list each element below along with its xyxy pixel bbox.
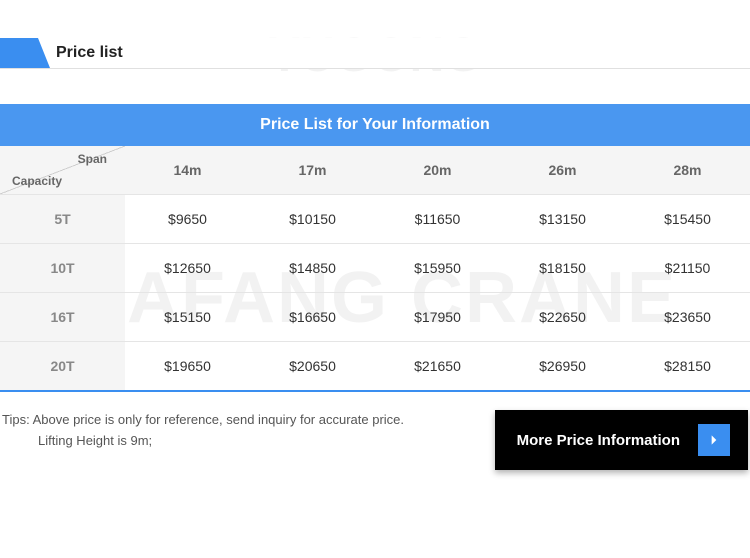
price-table-container: Price List for Your Information Span Cap… xyxy=(0,104,750,392)
span-header: 17m xyxy=(250,146,375,195)
table-title: Price List for Your Information xyxy=(0,104,750,146)
table-row: 5T $9650 $10150 $11650 $13150 $15450 xyxy=(0,195,750,244)
price-cell: $12650 xyxy=(125,244,250,293)
price-cell: $17950 xyxy=(375,293,500,342)
price-cell: $13150 xyxy=(500,195,625,244)
capacity-cell: 20T xyxy=(0,342,125,392)
price-cell: $14850 xyxy=(250,244,375,293)
table-row: 20T $19650 $20650 $21650 $26950 $28150 xyxy=(0,342,750,392)
span-header: 28m xyxy=(625,146,750,195)
price-cell: $18150 xyxy=(500,244,625,293)
capacity-cell: 5T xyxy=(0,195,125,244)
price-cell: $11650 xyxy=(375,195,500,244)
arrow-right-icon xyxy=(698,424,730,456)
tips-label: Tips: xyxy=(2,412,30,427)
price-cell: $9650 xyxy=(125,195,250,244)
span-axis-label: Span xyxy=(78,152,107,166)
span-header: 20m xyxy=(375,146,500,195)
price-cell: $21150 xyxy=(625,244,750,293)
price-cell: $23650 xyxy=(625,293,750,342)
price-cell: $28150 xyxy=(625,342,750,392)
more-price-info-label: More Price Information xyxy=(517,432,680,449)
tips-line2: Lifting Height is 9m; xyxy=(2,433,152,448)
table-row: 16T $15150 $16650 $17950 $22650 $23650 xyxy=(0,293,750,342)
capacity-axis-label: Capacity xyxy=(12,174,62,188)
price-cell: $19650 xyxy=(125,342,250,392)
price-cell: $10150 xyxy=(250,195,375,244)
section-title: Price list xyxy=(56,38,123,68)
footer-row: Tips: Above price is only for reference,… xyxy=(0,410,750,470)
table-row: 10T $12650 $14850 $15950 $18150 $21150 xyxy=(0,244,750,293)
capacity-cell: 10T xyxy=(0,244,125,293)
price-cell: $15150 xyxy=(125,293,250,342)
more-price-info-button[interactable]: More Price Information xyxy=(495,410,748,470)
corner-header: Span Capacity xyxy=(0,146,125,195)
span-header: 26m xyxy=(500,146,625,195)
price-cell: $20650 xyxy=(250,342,375,392)
price-cell: $15950 xyxy=(375,244,500,293)
capacity-cell: 16T xyxy=(0,293,125,342)
span-header: 14m xyxy=(125,146,250,195)
price-cell: $21650 xyxy=(375,342,500,392)
price-cell: $15450 xyxy=(625,195,750,244)
section-header: Price list xyxy=(0,38,750,69)
tips-text: Tips: Above price is only for reference,… xyxy=(2,410,404,452)
price-cell: $26950 xyxy=(500,342,625,392)
price-table: Span Capacity 14m 17m 20m 26m 28m 5T $96… xyxy=(0,146,750,392)
tips-line1: Above price is only for reference, send … xyxy=(33,412,404,427)
price-cell: $22650 xyxy=(500,293,625,342)
tab-accent-shape xyxy=(0,38,38,68)
price-cell: $16650 xyxy=(250,293,375,342)
